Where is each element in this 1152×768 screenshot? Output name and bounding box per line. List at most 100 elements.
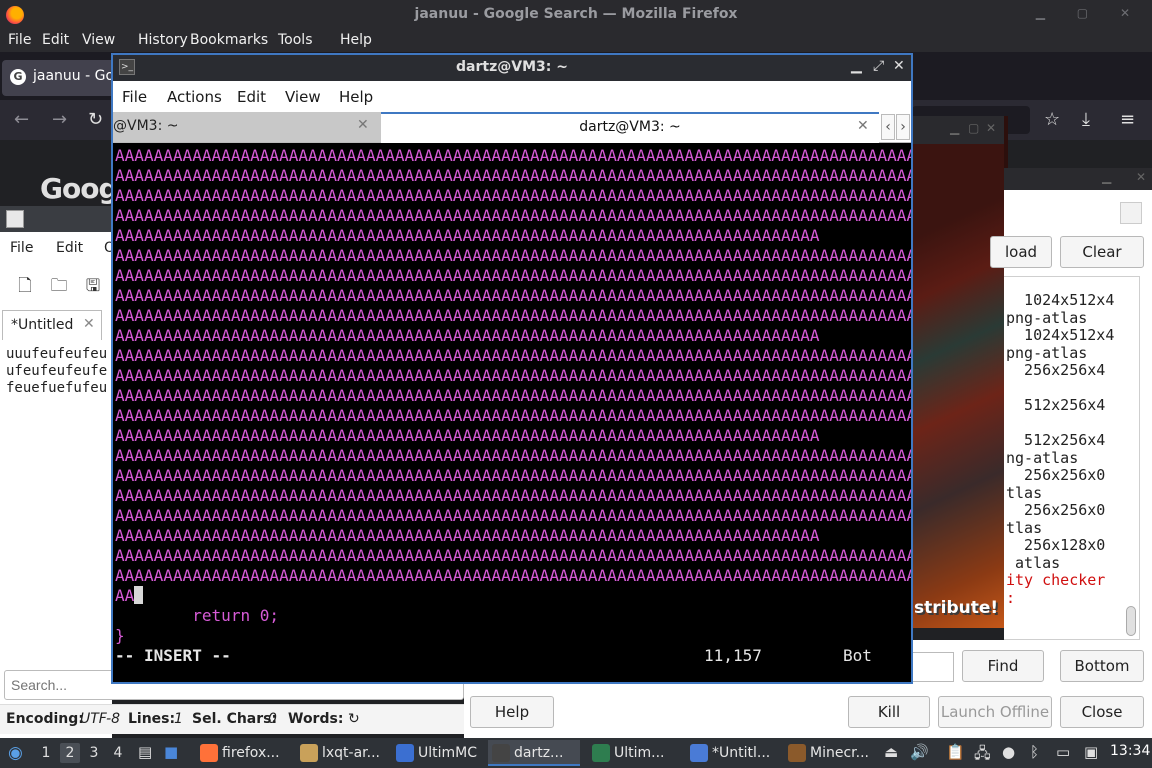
log-line: 512x256x4 bbox=[1006, 396, 1106, 414]
bottom-button[interactable]: Bottom bbox=[1060, 650, 1144, 682]
taskbar-task[interactable]: Ultim... bbox=[588, 740, 680, 766]
terminal-line: AAAAAAAAAAAAAAAAAAAAAAAAAAAAAAAAAAAAAAAA… bbox=[115, 566, 911, 585]
workspace-2[interactable]: 2 bbox=[60, 743, 80, 763]
terminal-tab-1[interactable]: @VM3: ~ ✕ bbox=[113, 112, 381, 142]
firefox-menu-bookmarks[interactable]: Bookmarks bbox=[190, 32, 268, 48]
monitor-icon[interactable]: ▣ bbox=[1084, 743, 1098, 761]
task-label: dartz... bbox=[514, 745, 564, 761]
close-tab-icon[interactable]: ✕ bbox=[357, 117, 369, 133]
terminal-menu-actions[interactable]: Actions bbox=[167, 88, 222, 106]
network-icon[interactable]: 🖧 bbox=[974, 743, 991, 768]
close-tab-icon[interactable]: ✕ bbox=[83, 316, 95, 332]
taskbar-task[interactable]: UltimMC bbox=[392, 740, 482, 766]
terminal-menu-help[interactable]: Help bbox=[339, 88, 373, 106]
terminal-tab-1-label: @VM3: ~ bbox=[113, 118, 179, 134]
close-icon[interactable]: ✕ bbox=[986, 121, 996, 135]
log-line: 256x256x4 bbox=[1006, 361, 1106, 379]
chevron-right-icon[interactable]: › bbox=[896, 114, 910, 140]
firefox-menu-help[interactable]: Help bbox=[340, 32, 372, 48]
eject-icon[interactable]: ⏏ bbox=[884, 743, 898, 761]
kill-button[interactable]: Kill bbox=[848, 696, 930, 728]
terminal-line: AAAAAAAAAAAAAAAAAAAAAAAAAAAAAAAAAAAAAAAA… bbox=[115, 526, 820, 545]
minecraft-splash-text: stribute! bbox=[914, 598, 999, 618]
minimize-icon[interactable]: ▁ bbox=[1102, 170, 1111, 184]
task-label: Ultim... bbox=[614, 745, 665, 761]
firefox-menu-file[interactable]: File bbox=[8, 32, 31, 48]
launch-offline-button[interactable]: Launch Offline bbox=[938, 696, 1052, 728]
text-editor-menubar: File Edit O bbox=[0, 232, 115, 266]
editor-text-area[interactable]: uuufeufeufeu ufeufeufeufe feuefuefufeu bbox=[6, 346, 107, 397]
maximize-icon[interactable]: ▢ bbox=[968, 121, 979, 135]
terminal-menu-view[interactable]: View bbox=[285, 88, 321, 106]
download-icon[interactable]: ⤓ bbox=[1082, 109, 1090, 130]
notification-icon[interactable]: ● bbox=[1002, 743, 1015, 761]
terminal-tab-2[interactable]: dartz@VM3: ~ ✕ bbox=[381, 112, 879, 143]
clear-button[interactable]: Clear bbox=[1060, 236, 1144, 268]
close-icon[interactable]: ✕ bbox=[893, 58, 905, 74]
taskbar-task[interactable]: lxqt-ar... bbox=[296, 740, 386, 766]
display-icon[interactable]: ▭ bbox=[1056, 743, 1070, 761]
terminal-menu-edit[interactable]: Edit bbox=[237, 88, 266, 106]
bluetooth-icon[interactable]: ᛒ bbox=[1030, 743, 1039, 761]
log-scrollbar[interactable] bbox=[1126, 606, 1136, 636]
vim-cursor-position: 11,157 bbox=[704, 646, 762, 665]
minimize-icon[interactable]: ▁ bbox=[851, 58, 862, 74]
firefox-menu-edit[interactable]: Edit bbox=[42, 32, 69, 48]
upload-button[interactable]: load bbox=[990, 236, 1052, 268]
close-icon[interactable]: ✕ bbox=[1136, 170, 1146, 184]
volume-icon[interactable]: 🔊 bbox=[910, 743, 929, 761]
taskbar-task[interactable]: Minecr... bbox=[784, 740, 876, 766]
firefox-menu-view[interactable]: View bbox=[82, 32, 115, 48]
file-manager-icon[interactable]: ▤ bbox=[138, 743, 152, 761]
new-document-icon[interactable]: 🗋 bbox=[15, 276, 35, 296]
minimize-icon[interactable]: ▁ bbox=[950, 121, 959, 135]
terminal-menu-file[interactable]: File bbox=[122, 88, 147, 106]
terminal-output[interactable]: AAAAAAAAAAAAAAAAAAAAAAAAAAAAAAAAAAAAAAAA… bbox=[113, 146, 911, 682]
workspace-3[interactable]: 3 bbox=[84, 743, 104, 763]
taskbar-task[interactable]: dartz... bbox=[488, 740, 580, 766]
terminal-line: AAAAAAAAAAAAAAAAAAAAAAAAAAAAAAAAAAAAAAAA… bbox=[115, 486, 911, 505]
forward-icon[interactable]: → bbox=[52, 109, 67, 130]
maximize-icon[interactable]: ⤢ bbox=[873, 58, 884, 74]
firefox-tab[interactable]: G jaanuu - Go bbox=[2, 60, 122, 96]
firefox-window-controls[interactable]: ▁ ▢ ✕ bbox=[1036, 6, 1144, 20]
hamburger-menu-icon[interactable]: ≡ bbox=[1120, 109, 1135, 130]
task-label: UltimMC bbox=[418, 745, 478, 761]
reload-icon[interactable]: ↻ bbox=[88, 109, 103, 130]
editor-tab[interactable]: *Untitled ✕ bbox=[2, 310, 102, 340]
text-editor-toolbar: 🗋 🗀 🖫 bbox=[0, 266, 112, 306]
taskbar-task[interactable]: *Untitl... bbox=[686, 740, 778, 766]
log-line: tlas bbox=[1006, 483, 1043, 502]
firefox-menu-tools[interactable]: Tools bbox=[278, 32, 313, 48]
task-label: lxqt-ar... bbox=[322, 745, 381, 761]
workspace-1[interactable]: 1 bbox=[36, 743, 56, 763]
search-input[interactable] bbox=[11, 675, 101, 695]
editor-menu-file[interactable]: File bbox=[10, 240, 33, 256]
find-button[interactable]: Find bbox=[962, 650, 1044, 682]
terminal-line: AAAAAAAAAAAAAAAAAAAAAAAAAAAAAAAAAAAAAAAA… bbox=[115, 446, 911, 465]
document-icon[interactable] bbox=[1120, 202, 1142, 224]
task-label: *Untitl... bbox=[712, 745, 771, 761]
refresh-count-icon[interactable]: ↻ bbox=[348, 711, 360, 727]
clipboard-icon[interactable]: 📋 bbox=[946, 743, 965, 761]
terminal-line: AAAAAAAAAAAAAAAAAAAAAAAAAAAAAAAAAAAAAAAA… bbox=[115, 426, 820, 445]
log-line: 256x128x0 bbox=[1006, 536, 1106, 554]
start-menu-icon[interactable]: ◉ bbox=[8, 743, 23, 763]
help-button[interactable]: Help bbox=[470, 696, 554, 728]
firefox-menu-history[interactable]: History bbox=[138, 32, 188, 48]
bookmark-star-icon[interactable]: ☆ bbox=[1044, 109, 1060, 130]
chevron-left-icon[interactable]: ‹ bbox=[881, 114, 895, 140]
close-button[interactable]: Close bbox=[1060, 696, 1144, 728]
taskbar-task[interactable]: firefox... bbox=[196, 740, 290, 766]
terminal-line: AA bbox=[113, 586, 911, 606]
save-icon[interactable]: 🖫 bbox=[83, 276, 103, 296]
lines-label: Lines: bbox=[128, 711, 176, 727]
editor-menu-edit[interactable]: Edit bbox=[56, 240, 83, 256]
open-folder-icon[interactable]: 🗀 bbox=[49, 276, 69, 296]
close-tab-icon[interactable]: ✕ bbox=[857, 118, 869, 134]
show-desktop-icon[interactable]: ■ bbox=[164, 743, 178, 761]
workspace-4[interactable]: 4 bbox=[108, 743, 128, 763]
sel-chars-label: Sel. Chars: bbox=[192, 711, 278, 727]
back-icon[interactable]: ← bbox=[14, 109, 29, 130]
